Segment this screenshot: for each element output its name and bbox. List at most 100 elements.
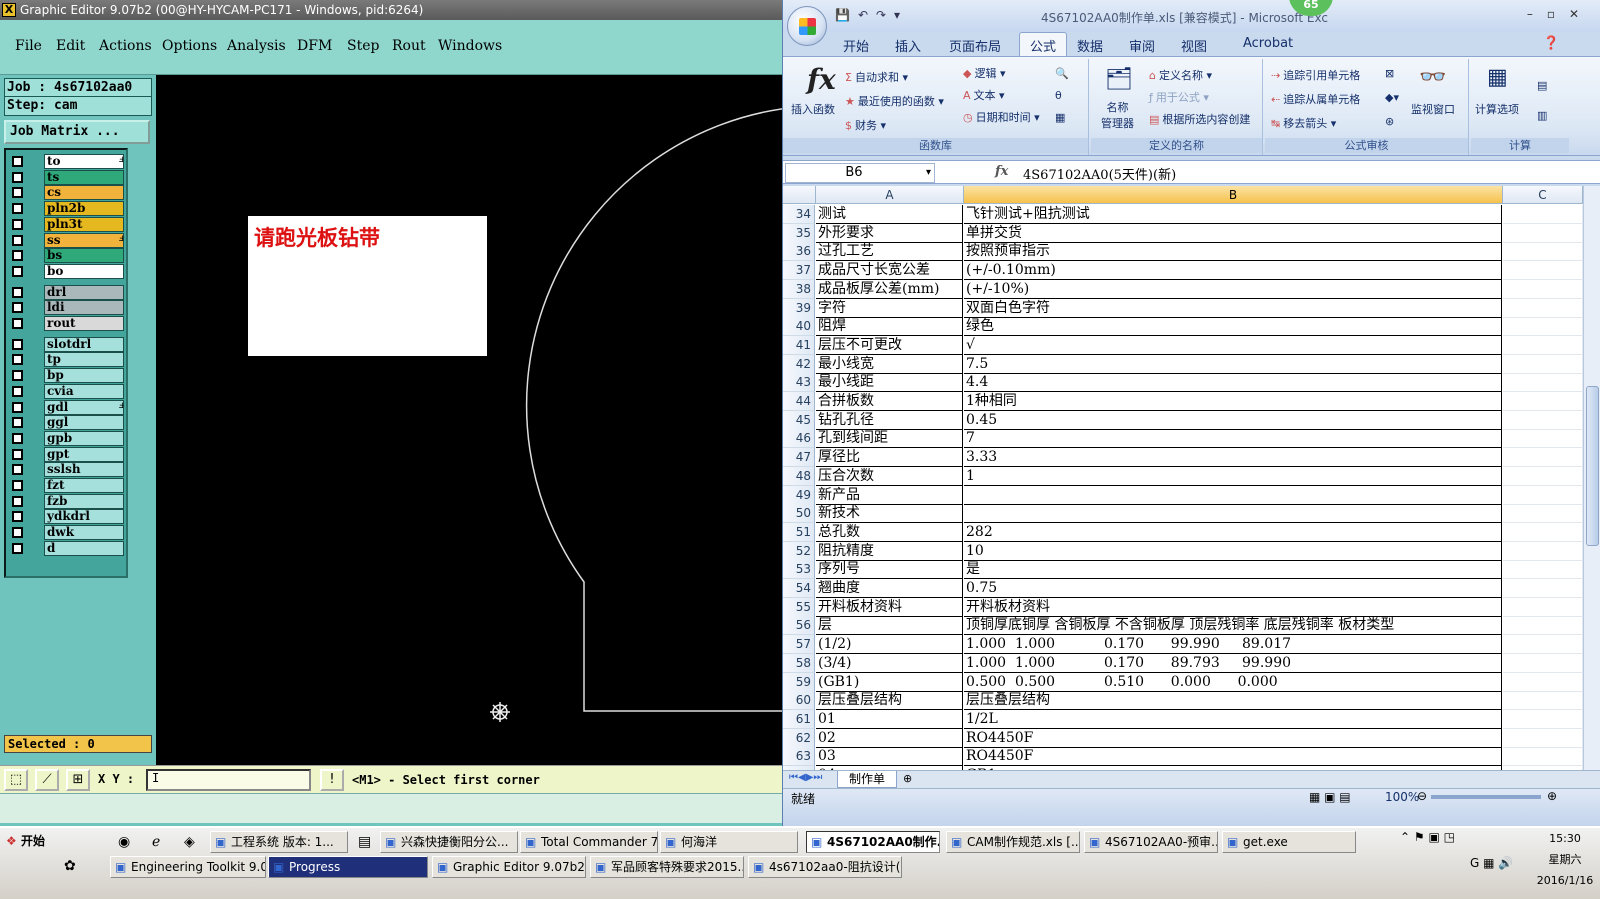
tab-formulas[interactable]: 公式 (1019, 32, 1068, 56)
name-manager-button[interactable]: 名称 管理器 (1101, 99, 1134, 131)
vertical-scrollbar[interactable] (1583, 186, 1600, 770)
layer-name[interactable]: ggl (44, 415, 124, 431)
layer-name[interactable]: drl (44, 284, 124, 300)
cell-c[interactable] (1503, 728, 1583, 748)
task-progress[interactable]: Progress (268, 856, 428, 878)
cell-a[interactable]: 孔到线间距 (816, 429, 963, 449)
layer-row-fzb[interactable]: fzb (8, 493, 126, 509)
insert-function-button[interactable]: 插入函数 (791, 101, 835, 117)
layer-checkbox[interactable] (12, 218, 23, 230)
financial-button[interactable]: $ 财务 ▾ (845, 117, 886, 133)
layer-row-bp[interactable]: bp (8, 368, 126, 384)
cell-c[interactable] (1503, 653, 1583, 673)
layer-row-pln2b[interactable]: pln2b (8, 201, 126, 217)
cell-c[interactable] (1503, 466, 1583, 486)
sheet-nav-arrows-icon[interactable]: ⏮◀▶⏭ (789, 772, 822, 783)
cell-b[interactable]: 开料板材资料 (964, 597, 1502, 617)
cell-b[interactable]: 1 (964, 466, 1502, 486)
graphic-canvas[interactable]: 请跑光板钻带 (156, 75, 782, 765)
cell-b[interactable]: 单拼交货 (964, 223, 1502, 243)
layer-checkbox[interactable] (12, 203, 23, 215)
layer-name[interactable]: fzt (44, 478, 124, 493)
ie-icon[interactable]: ℯ (152, 834, 160, 850)
layer-checkbox[interactable] (12, 527, 23, 539)
cell-b[interactable]: (+/-0.10mm) (964, 261, 1502, 281)
layer-checkbox[interactable] (12, 370, 23, 382)
layer-checkbox[interactable] (12, 302, 23, 314)
cell-b[interactable]: 层压叠层结构 (964, 691, 1502, 711)
tray-icons-row2[interactable]: G ▦ 🔊 (1470, 856, 1513, 870)
layer-row-dwk[interactable]: dwk (8, 525, 126, 541)
cell-c[interactable] (1503, 522, 1583, 542)
create-from-selection-button[interactable]: ▤ 根据所选内容创建 (1149, 111, 1250, 127)
cell-c[interactable] (1503, 261, 1583, 281)
cell-c[interactable] (1503, 560, 1583, 580)
layer-name[interactable]: cvia (44, 383, 124, 399)
layer-name[interactable]: pln2b (44, 201, 124, 217)
cell-b[interactable]: 绿色 (964, 317, 1502, 337)
layer-name[interactable]: fzb (44, 493, 124, 509)
cell-b[interactable]: 3.33 (964, 448, 1502, 468)
layer-name[interactable]: rout (44, 316, 124, 331)
row-header[interactable]: 44 (783, 392, 815, 411)
row-header[interactable]: 54 (783, 579, 815, 598)
menu-actions[interactable]: Actions (99, 38, 152, 54)
row-header[interactable]: 53 (783, 560, 815, 580)
cell-c[interactable] (1503, 410, 1583, 430)
cell-b[interactable]: 飞针测试+阻抗测试 (964, 205, 1502, 224)
layer-name[interactable]: ts (44, 169, 124, 185)
more-functions-icon[interactable]: ▦ (1055, 111, 1065, 124)
layer-checkbox[interactable] (12, 417, 23, 429)
task-excel-active[interactable]: 4S67102AA0制作... (806, 831, 940, 853)
task-graphic-editor[interactable]: Graphic Editor 9.07b2 (0... (432, 856, 586, 878)
column-header-c[interactable]: C (1503, 186, 1583, 204)
cell-b[interactable]: 10 (964, 541, 1502, 561)
cell-b[interactable]: RO4450F (964, 728, 1502, 748)
cell-c[interactable] (1503, 373, 1583, 393)
task-cam-spec[interactable]: CAM制作规范.xls [... (946, 831, 1080, 853)
column-header-b[interactable]: B (964, 186, 1503, 204)
evaluate-formula-icon[interactable]: ⊛ (1385, 115, 1394, 128)
cell-c[interactable] (1503, 541, 1583, 561)
cell-b[interactable]: 0.45 (964, 410, 1502, 430)
layer-name[interactable]: ldi (44, 300, 124, 316)
scroll-thumb[interactable] (1586, 386, 1599, 546)
layer-checkbox[interactable] (12, 286, 23, 298)
cell-c[interactable] (1503, 448, 1583, 468)
cell-b[interactable] (964, 485, 1502, 505)
cell-a[interactable]: 钻孔孔径 (816, 410, 963, 430)
cell-a[interactable]: 开料板材资料 (816, 597, 963, 617)
layer-row-slotdrl[interactable]: slotdrl (8, 336, 126, 352)
calc-now-icon[interactable]: ▤ (1537, 79, 1547, 92)
tab-acrobat[interactable]: Acrobat (1243, 36, 1293, 51)
cell-b[interactable]: 7 (964, 429, 1502, 449)
trace-dependents-button[interactable]: ⇠ 追踪从属单元格 (1271, 91, 1360, 107)
menu-file[interactable]: File (15, 38, 42, 54)
cell-a[interactable]: 阻抗精度 (816, 541, 963, 561)
layer-checkbox[interactable] (12, 265, 23, 277)
view-mode-icons[interactable]: ▦ ▣ ▤ (1309, 790, 1351, 804)
task-get-exe[interactable]: get.exe (1222, 831, 1356, 853)
cell-c[interactable] (1503, 504, 1583, 524)
xy-input[interactable]: I (146, 769, 311, 791)
layer-checkbox[interactable] (12, 338, 23, 350)
cell-c[interactable] (1503, 579, 1583, 598)
row-header[interactable]: 60 (783, 691, 815, 711)
row-header[interactable]: 41 (783, 335, 815, 355)
layer-checkbox[interactable] (12, 480, 23, 491)
layer-row-tp[interactable]: tp (8, 352, 126, 368)
watch-window-button[interactable]: 监视窗口 (1411, 101, 1455, 117)
row-header[interactable]: 39 (783, 298, 815, 318)
sheet-tab-active[interactable]: 制作单 (837, 771, 897, 788)
row-header[interactable]: 38 (783, 279, 815, 299)
cell-b[interactable]: (+/-10%) (964, 279, 1502, 299)
quick-access-toolbar[interactable]: 💾↶↷▾ (835, 8, 908, 22)
layer-row-ts[interactable]: ts (8, 169, 126, 185)
cell-a[interactable]: 压合次数 (816, 466, 963, 486)
layer-row-ggl[interactable]: ggl (8, 415, 126, 431)
layer-name[interactable]: d (44, 540, 124, 556)
cell-c[interactable] (1503, 242, 1583, 262)
layer-name[interactable]: pln3t (44, 216, 124, 232)
tray-icons[interactable]: ⌃ ⚑ ▣ ◳ (1400, 830, 1455, 844)
notepad-icon[interactable]: ▤ (358, 834, 371, 850)
